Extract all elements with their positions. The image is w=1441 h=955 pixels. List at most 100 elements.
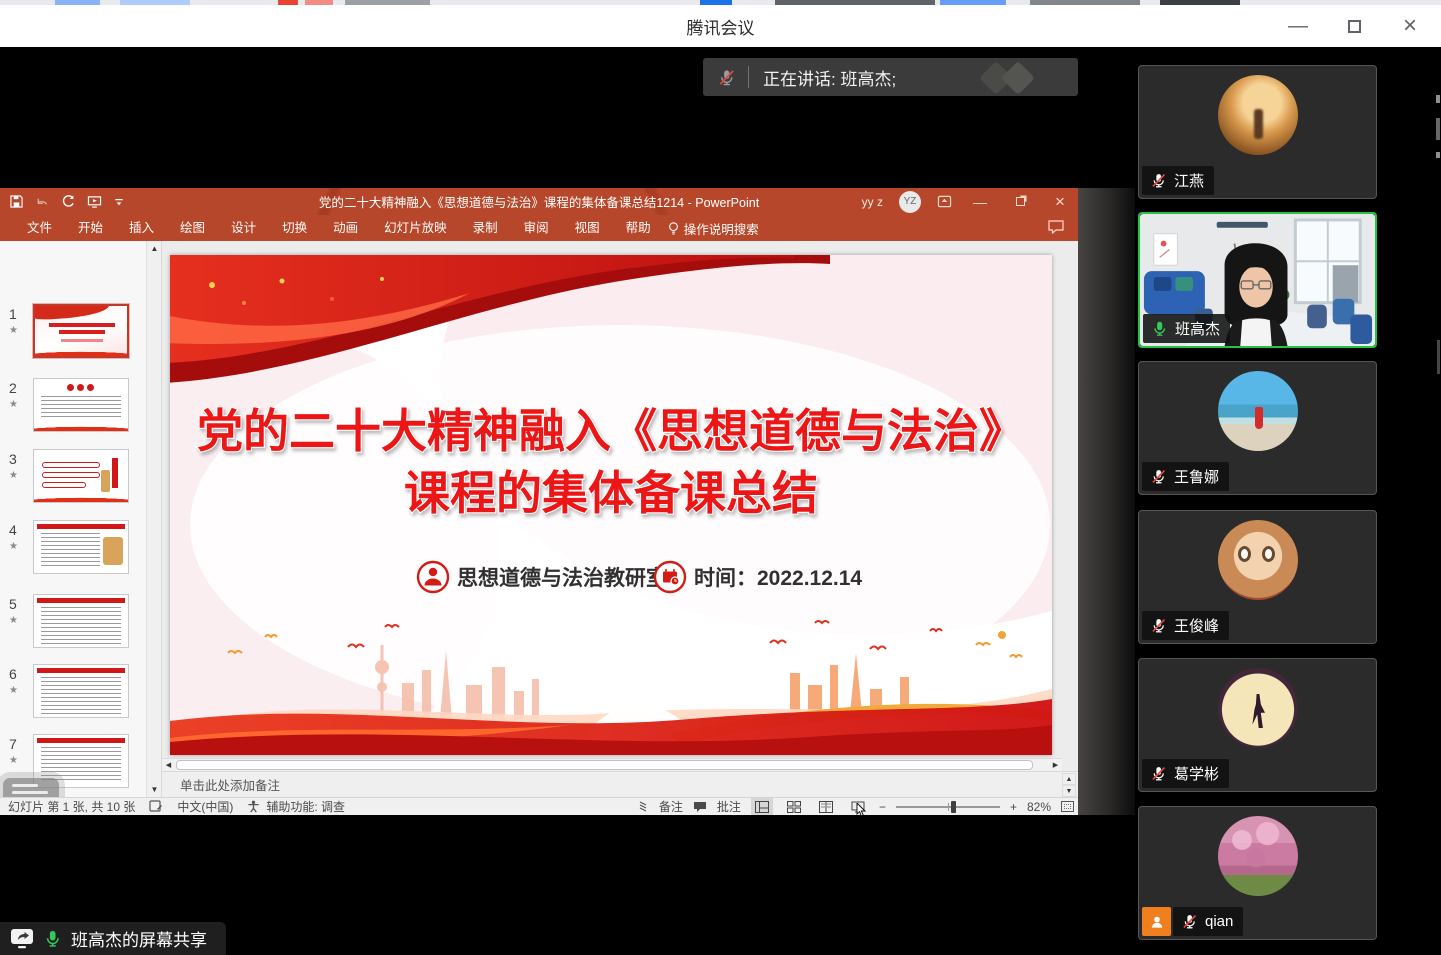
ribbon-display-options-icon[interactable]	[937, 195, 952, 208]
meeting-floating-toolbar[interactable]	[3, 778, 59, 797]
waiting-user-badge	[1142, 907, 1171, 936]
ppt-close-button[interactable]: ×	[1048, 192, 1072, 212]
avatar	[1218, 371, 1298, 451]
tab-review[interactable]: 审阅	[511, 215, 562, 241]
zoom-slider-thumb[interactable]	[951, 801, 956, 813]
tab-draw[interactable]: 绘图	[167, 215, 218, 241]
accessibility-status[interactable]: 辅助功能: 调查	[266, 798, 345, 815]
fit-slide-to-window-button[interactable]	[1061, 801, 1074, 812]
ppt-minimize-button[interactable]: —	[968, 194, 992, 210]
notes-pane[interactable]: 单击此处添加备注 ▲ ▼	[162, 771, 1078, 797]
participant-tile-bangaojie[interactable]: 班高杰	[1138, 212, 1377, 348]
scroll-up-icon[interactable]: ▲	[147, 241, 162, 256]
reading-view-button[interactable]	[815, 798, 837, 815]
participant-name: 江燕	[1174, 170, 1204, 191]
speaking-status-pill: 正在讲话: 班高杰;	[703, 58, 1078, 96]
name-tag: 王鲁娜	[1142, 462, 1229, 491]
participant-tile-wangjunfeng[interactable]: 王俊峰	[1138, 510, 1377, 644]
tab-file[interactable]: 文件	[14, 215, 65, 241]
scroll-down-icon[interactable]: ▼	[147, 782, 162, 797]
edge-artifact	[1436, 95, 1440, 103]
mic-muted-icon	[1150, 468, 1167, 485]
name-tag: 王俊峰	[1142, 611, 1229, 640]
edge-artifact	[1436, 152, 1440, 158]
lightbulb-icon	[668, 221, 679, 236]
animation-star-icon: ★	[9, 470, 18, 481]
slide-title-line2: 课程的集体备课总结	[404, 467, 818, 519]
participant-tile-gexuebin[interactable]: 葛学彬	[1138, 658, 1377, 792]
tab-view[interactable]: 视图	[562, 215, 613, 241]
comments-icon	[693, 801, 707, 813]
slide-thumbnail-5[interactable]	[33, 594, 129, 648]
tab-transitions[interactable]: 切换	[269, 215, 320, 241]
tab-home[interactable]: 开始	[65, 215, 116, 241]
slide-thumbnail-3[interactable]	[33, 449, 129, 503]
save-icon[interactable]	[10, 195, 23, 208]
account-avatar[interactable]: YZ	[899, 191, 921, 213]
thumb-number: 4	[9, 522, 27, 538]
notes-toggle[interactable]: 备注	[659, 798, 683, 815]
close-button[interactable]: ×	[1395, 11, 1425, 41]
tab-design[interactable]: 设计	[218, 215, 269, 241]
comments-panel-icon[interactable]	[1048, 220, 1064, 234]
participant-tile-qian[interactable]: qian	[1138, 806, 1377, 940]
normal-view-button[interactable]	[751, 798, 773, 815]
mic-on-icon	[43, 929, 62, 948]
participants-panel: 江燕	[1135, 47, 1441, 955]
undo-icon[interactable]	[35, 195, 49, 208]
ppt-restore-button[interactable]	[1008, 197, 1032, 206]
tab-help[interactable]: 帮助	[613, 215, 664, 241]
comments-toggle[interactable]: 批注	[717, 798, 741, 815]
slide-thumbnail-2[interactable]	[33, 378, 129, 432]
horizontal-scroll-thumb[interactable]	[176, 760, 1033, 770]
participant-tile-wangluna[interactable]: 王鲁娜	[1138, 361, 1377, 495]
slide-thumbnail-4[interactable]	[33, 520, 129, 574]
tab-record[interactable]: 录制	[460, 215, 511, 241]
name-tag: 葛学彬	[1142, 759, 1229, 788]
mouse-cursor	[856, 803, 866, 817]
start-slideshow-icon[interactable]	[87, 195, 102, 208]
person-icon	[429, 568, 437, 576]
ppt-titlebar: 党的二十大精神融入《思想道德与法治》课程的集体备课总结1214 - PowerP…	[0, 188, 1078, 215]
avatar	[1218, 668, 1298, 748]
scroll-up-icon[interactable]: ▲	[1062, 773, 1076, 785]
dept-text: 思想道德与法治教研室	[457, 566, 667, 590]
accessibility-icon[interactable]	[247, 800, 260, 813]
thumb-number: 6	[9, 666, 27, 682]
animation-star-icon: ★	[9, 399, 18, 410]
qat-customize-icon[interactable]	[114, 195, 124, 208]
notes-scroll-arrows[interactable]: ▲ ▼	[1062, 773, 1076, 797]
slide-sorter-view-button[interactable]	[783, 798, 805, 815]
slide-thumbnail-1[interactable]	[33, 304, 129, 358]
tell-me-search[interactable]: 操作说明搜索	[668, 219, 759, 238]
thumb-number: 2	[9, 380, 27, 396]
slide-position: 幻灯片 第 1 张, 共 10 张	[8, 798, 135, 815]
participant-name: 葛学彬	[1174, 763, 1219, 784]
slide-thumbnail-6[interactable]	[33, 664, 129, 718]
redo-icon[interactable]	[61, 195, 75, 208]
slide-canvas[interactable]: 党的二十大精神融入《思想道德与法治》 课程的集体备课总结 思想道德与法治教研室	[170, 255, 1052, 755]
zoom-in-button[interactable]: +	[1010, 800, 1017, 814]
maximize-button[interactable]	[1339, 11, 1369, 41]
tab-animations[interactable]: 动画	[320, 215, 371, 241]
scroll-down-icon[interactable]: ▼	[1062, 785, 1076, 797]
display-settings-icon[interactable]	[149, 800, 163, 813]
zoom-slider[interactable]	[896, 806, 1000, 808]
minimize-button[interactable]: —	[1283, 11, 1313, 41]
tab-slideshow[interactable]: 幻灯片放映	[371, 215, 460, 241]
zoom-level[interactable]: 82%	[1027, 800, 1051, 814]
account-name[interactable]: yy z	[862, 195, 883, 209]
slide-title-line1: 党的二十大精神融入《思想道德与法治》	[197, 405, 1025, 457]
slide-horizontal-scrollbar[interactable]: ◀ ▶	[162, 758, 1062, 771]
language-status[interactable]: 中文(中国)	[177, 798, 233, 815]
meeting-window-title: 腾讯会议	[0, 14, 1441, 39]
mic-on-icon	[1151, 320, 1168, 337]
participant-tile-jiangyan[interactable]: 江燕	[1138, 65, 1377, 199]
thumbnail-scrollbar[interactable]: ▲ ▼	[146, 241, 161, 797]
meeting-titlebar: 腾讯会议 — ×	[0, 5, 1441, 47]
notes-placeholder: 单击此处添加备注	[180, 775, 280, 794]
zoom-out-button[interactable]: −	[879, 800, 886, 814]
slideshow-view-button[interactable]	[847, 798, 869, 815]
participant-name: 王俊峰	[1174, 615, 1219, 636]
tab-insert[interactable]: 插入	[116, 215, 167, 241]
